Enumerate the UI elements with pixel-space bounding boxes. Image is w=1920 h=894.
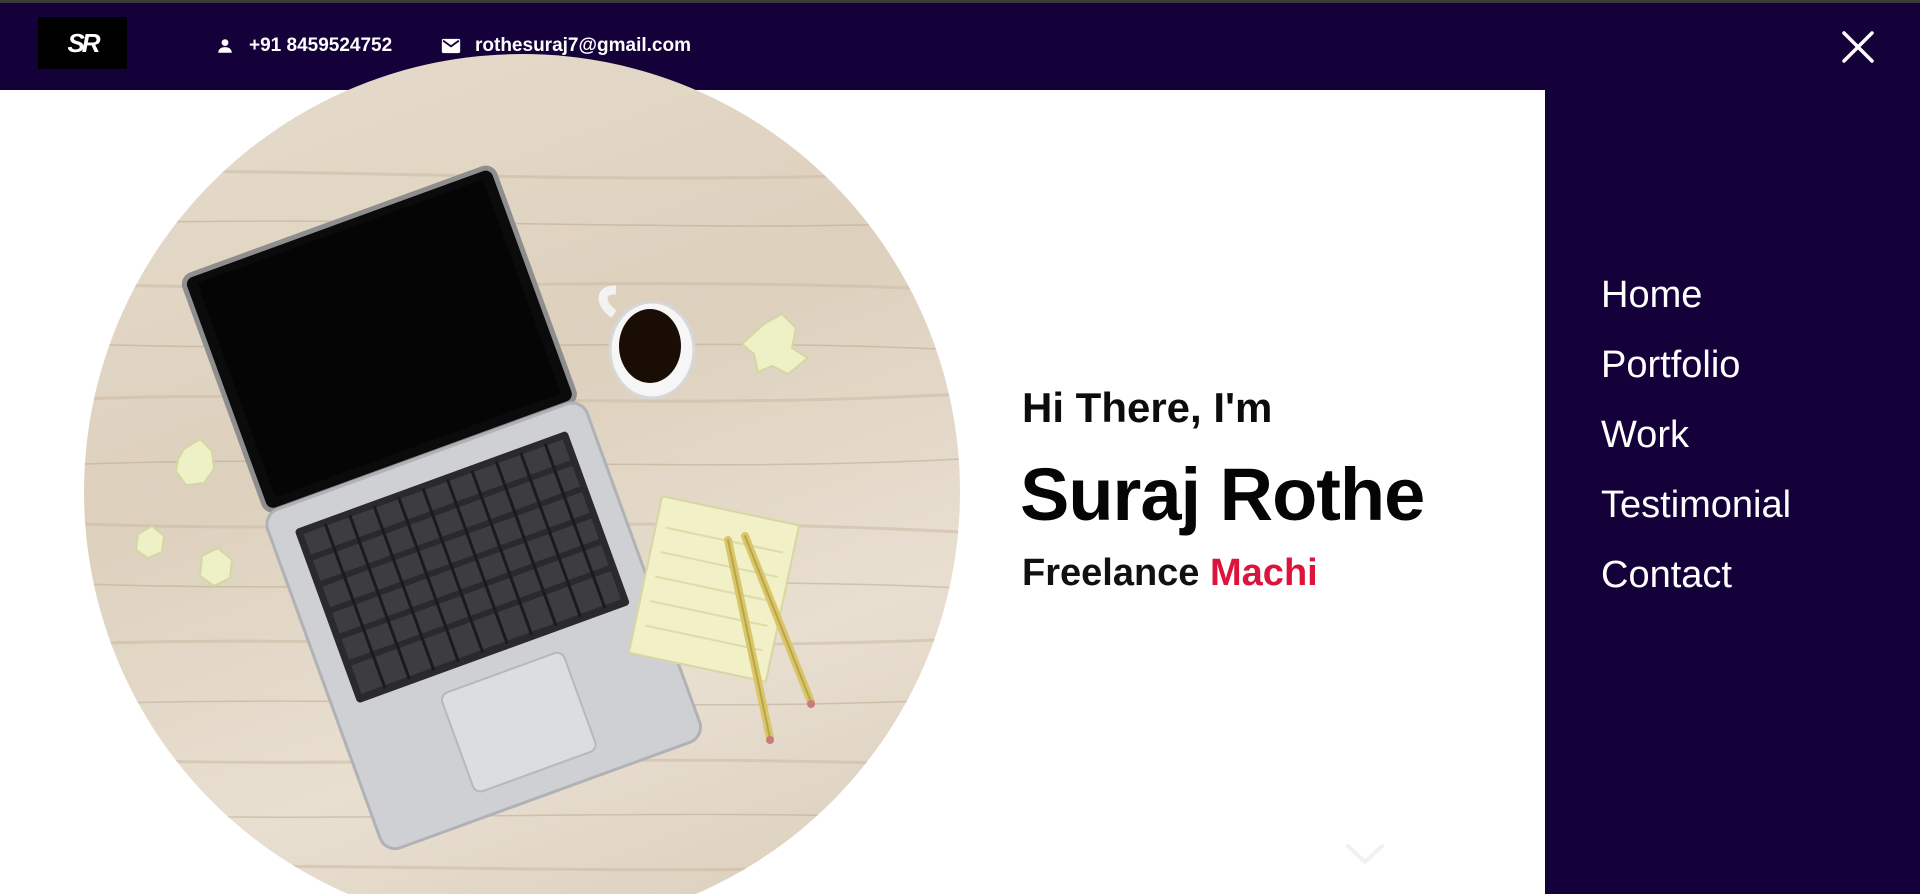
logo-text: SR <box>67 27 100 58</box>
page: SR +91 8459524752 rothesuraj7@gmail.com <box>0 0 1920 894</box>
laptop-desk-illustration <box>84 165 960 872</box>
menu-item-work[interactable]: Work <box>1601 412 1791 482</box>
close-menu-button[interactable] <box>1838 27 1878 67</box>
menu-item-portfolio[interactable]: Portfolio <box>1601 342 1791 412</box>
role-accent: Machi <box>1210 552 1318 594</box>
scroll-down-icon[interactable] <box>1344 840 1386 870</box>
menu-list: Home Portfolio Work Testimonial Contact <box>1601 272 1791 622</box>
close-icon <box>1842 31 1874 63</box>
person-icon <box>214 35 236 57</box>
hero-image <box>84 54 960 894</box>
hero-role: Freelance Machi <box>1022 552 1318 595</box>
top-bar: SR +91 8459524752 rothesuraj7@gmail.com <box>0 0 1920 90</box>
phone-contact[interactable]: +91 8459524752 <box>214 32 392 60</box>
role-prefix: Freelance <box>1022 552 1200 594</box>
mail-icon <box>440 35 462 57</box>
phone-number: +91 8459524752 <box>249 35 393 56</box>
menu-item-contact[interactable]: Contact <box>1601 552 1791 622</box>
menu-item-testimonial[interactable]: Testimonial <box>1601 482 1791 552</box>
logo[interactable]: SR <box>38 17 127 69</box>
hero-name: Suraj Rothe <box>1020 453 1425 536</box>
menu-item-home[interactable]: Home <box>1601 272 1791 342</box>
side-menu: Home Portfolio Work Testimonial Contact <box>1545 90 1920 894</box>
hero-greeting: Hi There, I'm <box>1022 384 1273 431</box>
